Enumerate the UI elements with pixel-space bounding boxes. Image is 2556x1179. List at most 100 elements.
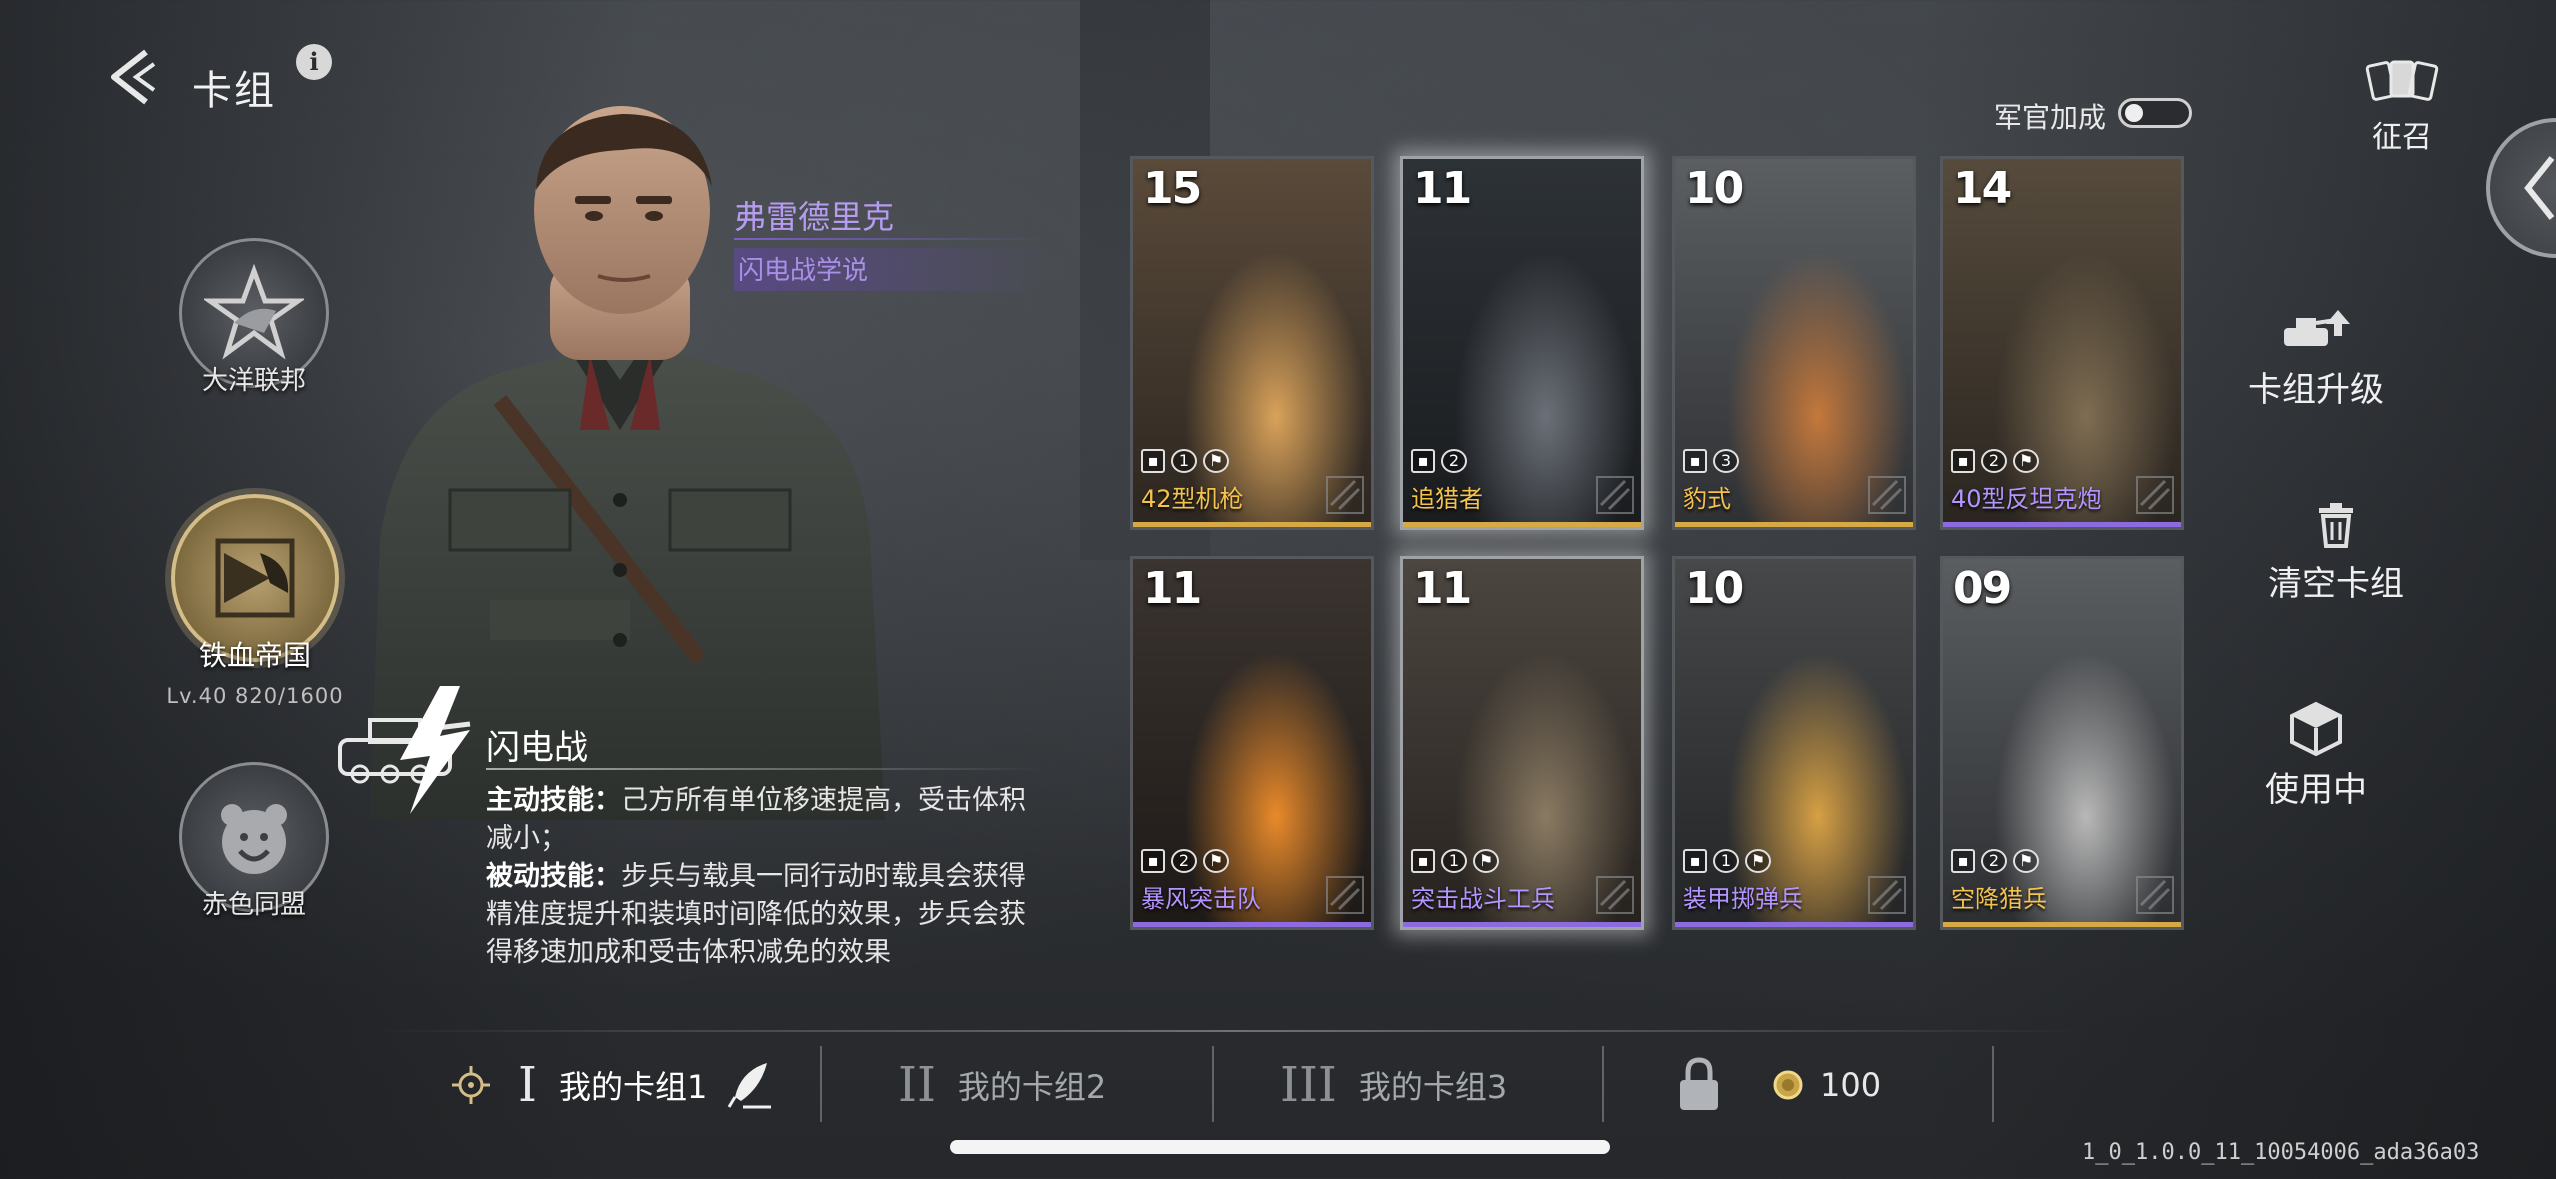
card-name: 装甲掷弹兵 (1683, 885, 1803, 913)
recruit-label: 征召 (2372, 120, 2432, 155)
unit-card[interactable]: 09 ▪ 2 ⚑ 空降猎兵 (1940, 556, 2184, 930)
chevron-left-icon (2524, 156, 2555, 220)
card-count: 2 (1171, 849, 1197, 873)
gold-coin-icon (1773, 1070, 1803, 1100)
officer-bonus-toggle[interactable] (2118, 98, 2192, 128)
locked-deck-slot[interactable]: 100 (1676, 1055, 1881, 1115)
unit-card[interactable]: 11 ▪ 2 ⚑ 暴风突击队 (1130, 556, 1374, 930)
side-drawer-tab[interactable] (2486, 118, 2556, 258)
unit-card[interactable]: 11 ▪ 2 追猎者 (1400, 156, 1644, 530)
back-arrow-icon[interactable] (96, 42, 166, 112)
card-cost: 09 (1953, 563, 2012, 614)
card-icons: ▪ 1 ⚑ (1141, 449, 1229, 473)
in-use-label: 使用中 (2265, 770, 2367, 810)
unit-card[interactable]: 14 ▪ 2 ⚑ 40型反坦克炮 (1940, 156, 2184, 530)
card-cost: 11 (1413, 563, 1472, 614)
flag-icon: ⚑ (2013, 449, 2039, 473)
card-icons: ▪ 1 ⚑ (1683, 849, 1771, 873)
card-cost: 10 (1685, 163, 1744, 214)
unit-card[interactable]: 11 ▪ 1 ⚑ 突击战斗工兵 (1400, 556, 1644, 930)
blitz-tank-icon (338, 686, 471, 814)
card-name: 豹式 (1683, 485, 1731, 513)
infantry-icon: ▪ (1141, 449, 1165, 473)
deck-tab-1[interactable]: I 我的卡组1 (518, 1055, 777, 1115)
rarity-bar (1403, 522, 1641, 527)
deck-separator (820, 1046, 822, 1122)
clear-deck-button[interactable]: 清空卡组 (2236, 500, 2436, 605)
faction-badge-icon (1326, 476, 1364, 514)
commander-name-underline (734, 238, 1044, 240)
card-icons: ▪ 1 ⚑ (1411, 849, 1499, 873)
tank-icon: ▪ (1683, 449, 1707, 473)
unlock-cost: 100 (1820, 1066, 1882, 1104)
card-count: 2 (1981, 449, 2007, 473)
deck-upgrade-label: 卡组升级 (2248, 370, 2384, 410)
rarity-bar (1403, 922, 1641, 927)
deck-tab-2[interactable]: II 我的卡组2 (898, 1055, 1106, 1115)
trash-icon (2319, 503, 2353, 548)
card-icons: ▪ 2 ⚑ (1141, 849, 1229, 873)
faction-ocean-federation[interactable]: 大洋联邦 (174, 238, 334, 397)
skill-title: 闪电战 (486, 728, 588, 768)
card-name: 空降猎兵 (1951, 885, 2047, 913)
in-use-button[interactable]: 使用中 (2216, 700, 2416, 811)
rarity-bar (1943, 922, 2181, 927)
deck-bar-divider (370, 1030, 2090, 1032)
card-icons: ▪ 2 ⚑ (1951, 849, 2039, 873)
faction-red-alliance[interactable]: 赤色同盟 (174, 762, 334, 921)
deck-separator (1212, 1046, 1214, 1122)
faction-badge-icon (1596, 476, 1634, 514)
artillery-icon: ▪ (1951, 449, 1975, 473)
deck-separator (1602, 1046, 1604, 1122)
officer-bonus-label: 军官加成 (1994, 101, 2107, 134)
lock-icon (1680, 1057, 1718, 1110)
edit-quill-icon[interactable] (721, 1057, 777, 1113)
faction-badge-icon (1596, 876, 1634, 914)
medic-cross-icon: ▪ (1683, 849, 1707, 873)
faction-badge-icon (2136, 476, 2174, 514)
flag-icon: ⚑ (2013, 849, 2039, 873)
card-count: 1 (1713, 849, 1739, 873)
box-check-icon (2290, 701, 2342, 756)
flag-icon: ⚑ (1745, 849, 1771, 873)
skill-underline (486, 768, 1046, 770)
airborne-icon: ▪ (1951, 849, 1975, 873)
recruit-cards-icon (2365, 60, 2439, 101)
card-count: 2 (1981, 849, 2007, 873)
deck-label: 我的卡组2 (957, 1068, 1107, 1106)
skill-description: 主动技能：己方所有单位移速提高，受击体积减小； 被动技能：步兵与载具一同行动时载… (486, 782, 1046, 972)
faction-badge-icon (1326, 876, 1364, 914)
deck-numeral: III (1280, 1057, 1337, 1113)
deck-numeral: II (898, 1057, 936, 1113)
faction-badge-icon (1868, 876, 1906, 914)
card-icons: ▪ 3 (1683, 449, 1739, 473)
faction-name: 大洋联邦 (201, 366, 306, 396)
card-icons: ▪ 2 (1411, 449, 1467, 473)
card-name: 42型机枪 (1141, 485, 1244, 513)
assault-icon: ▪ (1141, 849, 1165, 873)
info-icon[interactable]: i (296, 44, 332, 80)
commander-name: 弗雷德里克 (734, 198, 895, 236)
card-name: 暴风突击队 (1141, 885, 1261, 913)
card-icons: ▪ 2 ⚑ (1951, 449, 2039, 473)
card-cost: 14 (1953, 163, 2012, 214)
page-title: 卡组 (192, 68, 276, 114)
flag-icon: ⚑ (1203, 449, 1229, 473)
deck-upgrade-button[interactable]: 卡组升级 (2216, 306, 2416, 411)
unit-card[interactable]: 10 ▪ 1 ⚑ 装甲掷弹兵 (1672, 556, 1916, 930)
recruit-button[interactable]: 征召 (2364, 58, 2440, 156)
deck-label: 我的卡组1 (558, 1068, 708, 1106)
card-count: 1 (1171, 449, 1197, 473)
card-cost: 10 (1685, 563, 1744, 614)
faction-badge-icon (1868, 476, 1906, 514)
deck-tab-3[interactable]: III 我的卡组3 (1280, 1055, 1507, 1115)
rarity-bar (1943, 522, 2181, 527)
unit-card[interactable]: 10 ▪ 3 豹式 (1672, 156, 1916, 530)
deck-numeral: I (518, 1057, 537, 1113)
passive-skill-label: 被动技能： (486, 861, 621, 892)
faction-iron-empire[interactable]: 铁血帝国 Lv.40 820/1600 (140, 494, 370, 708)
home-indicator[interactable] (950, 1140, 1610, 1154)
deck-separator (1992, 1046, 1994, 1122)
rarity-bar (1675, 922, 1913, 927)
unit-card[interactable]: 15 ▪ 1 ⚑ 42型机枪 (1130, 156, 1374, 530)
